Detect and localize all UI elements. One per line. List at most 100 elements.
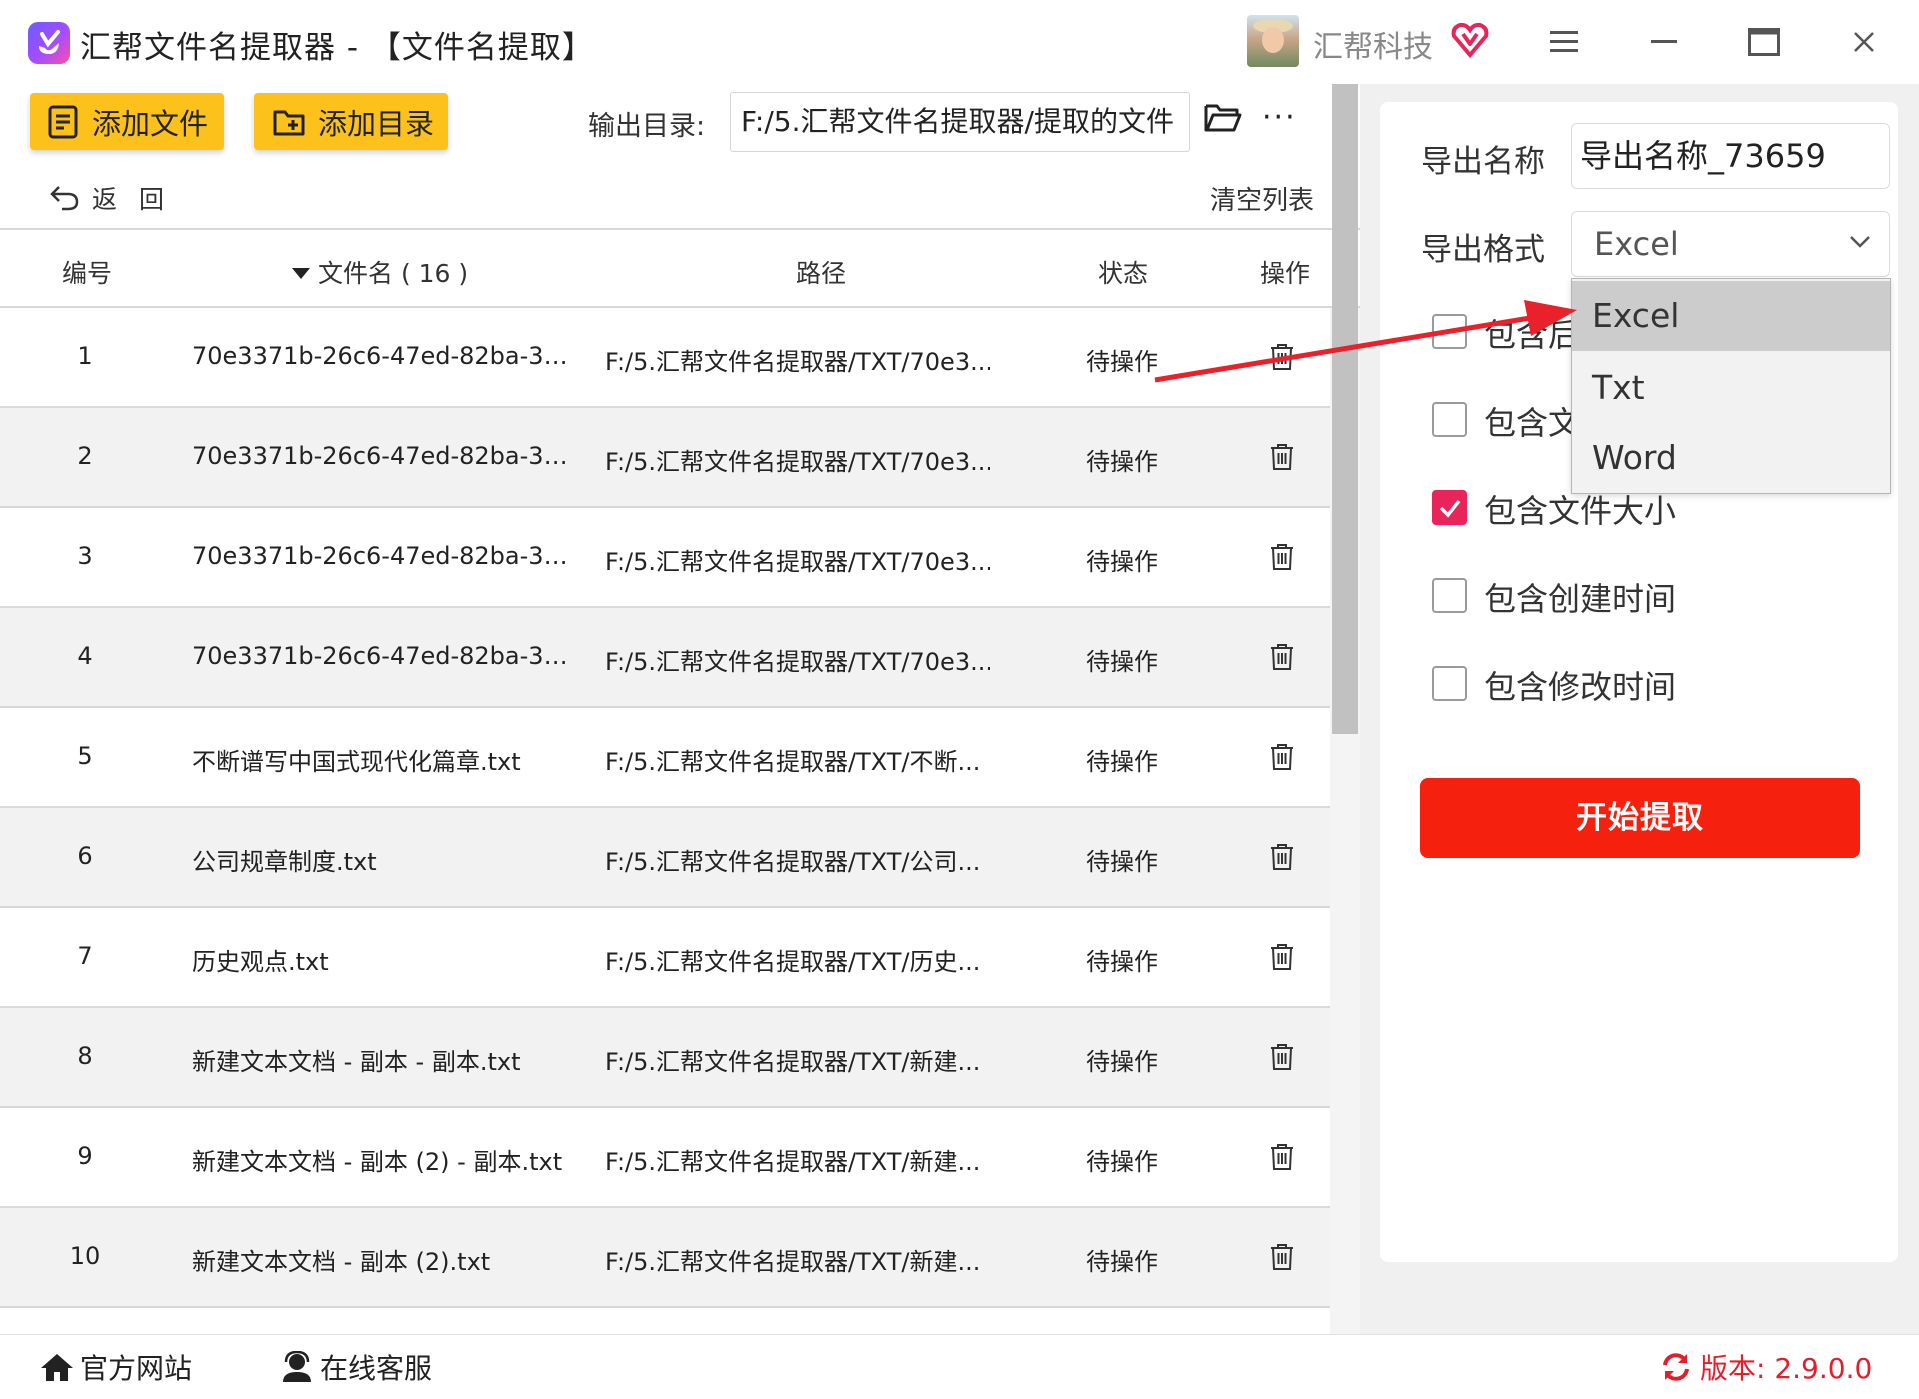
customer-service-icon [283,1351,311,1382]
row-number: 6 [77,842,93,870]
row-number: 1 [77,342,93,370]
back-label: 返回 [92,185,187,214]
row-path: F:/5.汇帮文件名提取器/TXT/70e3... [605,548,990,576]
include-modified-time-checkbox[interactable] [1432,666,1467,701]
column-header-path[interactable]: 路径 [796,254,846,290]
minimize-icon[interactable] [1636,14,1692,70]
table-row[interactable]: 4 70e3371b-26c6-47ed-82ba-3e7... F:/5.汇帮… [0,608,1330,708]
include-created-time-checkbox[interactable] [1432,578,1467,613]
column-header-number[interactable]: 编号 [62,254,112,290]
chevron-down-icon [1850,236,1870,248]
official-website-label: 官方网站 [80,1352,193,1385]
format-option-excel[interactable]: Excel [1572,281,1890,351]
table-row[interactable]: 9 新建文本文档 - 副本 (2) - 副本.txt F:/5.汇帮文件名提取器… [0,1108,1330,1208]
maximize-icon[interactable] [1736,14,1792,70]
row-status: 待操作 [1086,848,1158,876]
row-status: 待操作 [1086,1048,1158,1076]
row-path: F:/5.汇帮文件名提取器/TXT/历史... [605,948,981,976]
include-extension-label: 包含后 [1484,316,1581,354]
delete-icon[interactable] [1270,543,1294,571]
home-icon [41,1354,73,1381]
include-file-checkbox[interactable] [1432,402,1467,437]
export-name-input[interactable]: 导出名称_73659 [1571,123,1890,189]
row-status: 待操作 [1086,548,1158,576]
app-logo [28,22,70,64]
add-file-button[interactable]: 添加文件 [30,93,224,150]
export-format-dropdown: Excel Txt Word [1571,278,1891,494]
export-format-select[interactable]: Excel [1571,211,1890,277]
format-option-word[interactable]: Word [1572,423,1890,493]
column-header-filename[interactable]: 文件名 ( 16 ) [292,254,468,290]
row-status: 待操作 [1086,748,1158,776]
avatar[interactable] [1247,15,1299,67]
output-directory-field[interactable]: F:/5.汇帮文件名提取器/提取的文件 [730,92,1190,152]
row-number: 8 [77,1042,93,1070]
include-extension-checkbox[interactable] [1432,314,1467,349]
clear-list-button[interactable]: 清空列表 [1210,180,1314,217]
row-number: 4 [77,642,93,670]
open-folder-icon[interactable] [1204,102,1242,134]
online-service-label: 在线客服 [320,1352,433,1385]
row-filename: 不断谱写中国式现代化篇章.txt [192,748,521,776]
version-info[interactable]: 版本: 2.9.0.0 [1660,1347,1872,1387]
table-row[interactable]: 2 70e3371b-26c6-47ed-82ba-3e7... F:/5.汇帮… [0,408,1330,508]
include-file-size-checkbox[interactable] [1432,490,1467,525]
close-icon[interactable] [1836,14,1892,70]
export-name-label: 导出名称 [1421,144,1545,180]
table-row[interactable]: 8 新建文本文档 - 副本 - 副本.txt F:/5.汇帮文件名提取器/TXT… [0,1008,1330,1108]
version-label: 版本: 2.9.0.0 [1700,1352,1873,1385]
table-row[interactable]: 10 新建文本文档 - 副本 (2).txt F:/5.汇帮文件名提取器/TXT… [0,1208,1330,1308]
add-directory-button[interactable]: 添加目录 [254,93,448,150]
delete-icon[interactable] [1270,743,1294,771]
row-filename: 历史观点.txt [192,948,329,976]
checkmark-icon [1439,499,1461,518]
user-name[interactable]: 汇帮科技 [1313,22,1433,66]
row-filename: 70e3371b-26c6-47ed-82ba-3e7... [192,442,582,470]
delete-icon[interactable] [1270,843,1294,871]
row-path: F:/5.汇帮文件名提取器/TXT/公司... [605,848,981,876]
scrollbar-thumb[interactable] [1332,84,1358,734]
online-service-link[interactable]: 在线客服 [280,1347,432,1387]
delete-icon[interactable] [1270,443,1294,471]
add-directory-label: 添加目录 [318,106,435,141]
table-row[interactable]: 1 70e3371b-26c6-47ed-82ba-3e7... F:/5.汇帮… [0,308,1330,408]
row-number: 9 [77,1142,93,1170]
window-title: 汇帮文件名提取器 - 【文件名提取】 [80,30,594,66]
row-path: F:/5.汇帮文件名提取器/TXT/新建... [605,1148,981,1176]
row-status: 待操作 [1086,448,1158,476]
column-header-action: 操作 [1260,259,1311,288]
sort-desc-icon[interactable] [292,268,310,279]
official-website-link[interactable]: 官方网站 [40,1347,192,1387]
row-status: 待操作 [1086,948,1158,976]
include-file-label: 包含文 [1484,404,1581,442]
row-filename: 70e3371b-26c6-47ed-82ba-3e7... [192,542,582,570]
row-path: F:/5.汇帮文件名提取器/TXT/新建... [605,1048,981,1076]
table-row[interactable]: 5 不断谱写中国式现代化篇章.txt F:/5.汇帮文件名提取器/TXT/不断.… [0,708,1330,808]
row-filename: 70e3371b-26c6-47ed-82ba-3e7... [192,642,582,670]
file-table: 编号 文件名 ( 16 ) 路径 状态 操作 1 70e3371b-26c6-4… [0,228,1360,1334]
delete-icon[interactable] [1270,643,1294,671]
delete-icon[interactable] [1270,343,1294,371]
title-bar: 汇帮文件名提取器 - 【文件名提取】 汇帮科技 [0,0,1919,84]
more-options-icon[interactable]: ··· [1262,103,1297,133]
column-header-status[interactable]: 状态 [1098,254,1148,290]
table-row[interactable]: 7 历史观点.txt F:/5.汇帮文件名提取器/TXT/历史... 待操作 [0,908,1330,1008]
table-row[interactable]: 3 70e3371b-26c6-47ed-82ba-3e7... F:/5.汇帮… [0,508,1330,608]
row-path: F:/5.汇帮文件名提取器/TXT/不断... [605,748,981,776]
start-extract-button[interactable]: 开始提取 [1420,778,1860,858]
add-file-icon [48,105,78,138]
delete-icon[interactable] [1270,1143,1294,1171]
row-filename: 新建文本文档 - 副本 (2) - 副本.txt [192,1148,563,1176]
format-option-txt[interactable]: Txt [1572,353,1890,423]
refresh-icon [1663,1353,1689,1381]
vip-heart-icon[interactable] [1450,20,1490,60]
back-arrow-icon [50,186,79,211]
delete-icon[interactable] [1270,1043,1294,1071]
delete-icon[interactable] [1270,1243,1294,1271]
export-format-label: 导出格式 [1421,232,1545,268]
back-button[interactable]: 返回 [50,180,186,216]
menu-icon[interactable] [1536,14,1592,70]
delete-icon[interactable] [1270,943,1294,971]
table-row[interactable]: 6 公司规章制度.txt F:/5.汇帮文件名提取器/TXT/公司... 待操作 [0,808,1330,908]
row-number: 10 [69,1242,101,1270]
